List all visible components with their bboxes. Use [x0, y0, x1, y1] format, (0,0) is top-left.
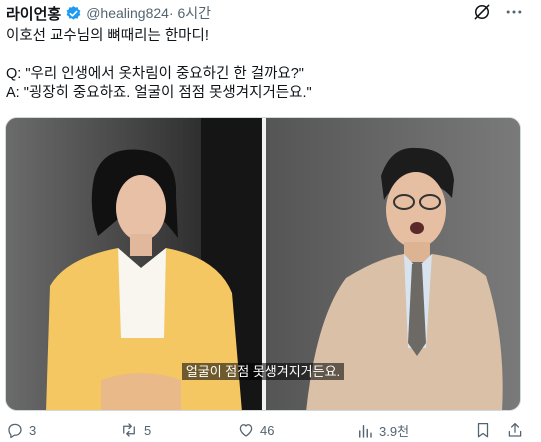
like-count: 46 [260, 422, 275, 438]
post-text-answer: A: "굉장히 중요하죠. 얼굴이 점점 못생겨지거든요." [6, 85, 312, 101]
reply-icon [6, 421, 24, 439]
views-count: 3.9천 [379, 424, 410, 439]
video-subtitle: 얼굴이 점점 못생겨지거든요. [6, 361, 520, 380]
verified-badge-icon [65, 5, 82, 22]
repost-button[interactable]: 5 [119, 421, 151, 439]
like-button[interactable]: 46 [237, 421, 274, 439]
views-button[interactable]: 3.9천 [356, 421, 409, 440]
post-text-question: Q: "우리 인생에서 옷차림이 중요하긴 한 걸까요?" [6, 66, 304, 82]
post-text-line: 이호선 교수님의 뼈때리는 한마디! [6, 28, 209, 44]
share-button[interactable] [506, 421, 524, 439]
author-handle[interactable]: @healing824 [86, 5, 169, 21]
reply-button[interactable]: 3 [6, 421, 36, 439]
post-media-image[interactable]: 얼굴이 점점 못생겨지거든요. [5, 117, 521, 411]
repost-icon [119, 421, 139, 439]
post-text-spacer [6, 46, 534, 65]
post-header: 라이언홍 @healing824 · 6시간 [6, 0, 536, 26]
grok-icon[interactable] [472, 2, 492, 22]
like-icon [237, 421, 255, 439]
post-actions-bar: 3 5 46 3.9천 [0, 419, 541, 442]
bookmark-button[interactable] [474, 421, 492, 439]
post-text: 이호선 교수님의 뼈때리는 한마디! Q: "우리 인생에서 옷차림이 중요하긴… [6, 27, 534, 103]
more-icon[interactable] [504, 2, 524, 22]
author-name[interactable]: 라이언홍 [6, 3, 61, 24]
bookmark-icon [474, 421, 492, 439]
repost-count: 5 [144, 422, 152, 438]
reply-count: 3 [29, 422, 37, 438]
views-icon [356, 422, 374, 440]
share-icon [506, 421, 524, 439]
post-time[interactable]: · 6시간 [169, 3, 211, 23]
